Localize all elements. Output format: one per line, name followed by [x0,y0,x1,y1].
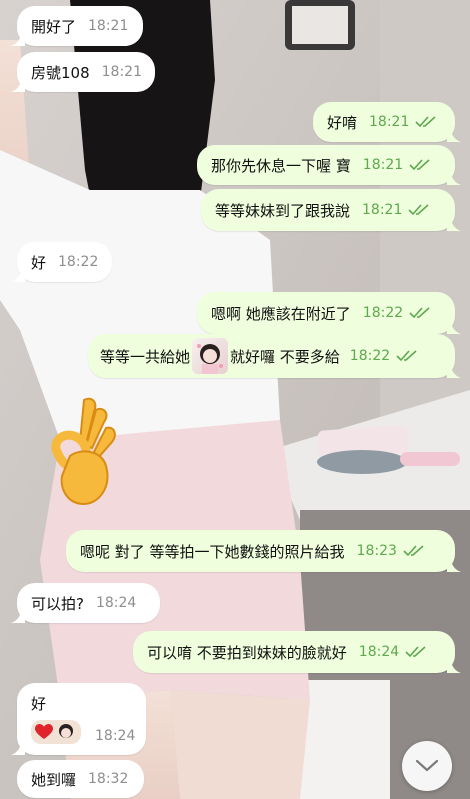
bubble-tail [447,558,461,572]
message-bubble-outgoing[interactable]: 等等一共給她 就好囉 不要多給 18:22 [88,334,461,378]
message-bubble-outgoing[interactable]: 嗯啊 她應該在附近了 18:22 [197,292,461,334]
girl-sticker-icon [59,724,73,738]
inline-sticker [192,338,229,374]
double-check-icon [409,159,430,171]
message-time: 18:21 [369,114,410,130]
ok-hand-icon [51,397,116,506]
heart-icon [35,724,53,739]
bubble-tail [11,609,25,623]
double-check-icon [403,545,424,557]
message-text: 可以拍? [31,594,84,613]
message-text: 好 [31,695,47,713]
bubble-tail [11,32,25,46]
double-check-icon [405,646,426,658]
message-time: 18:21 [101,64,142,80]
message-text: 開好了 [31,17,77,36]
message-bubble-outgoing[interactable]: 等等妹妹到了跟我說 18:21 [201,189,461,231]
message-bubble-incoming[interactable]: 開好了 18:21 [11,6,143,46]
message-time: 18:22 [58,254,99,270]
bubble-tail [11,741,25,755]
bubble-tail [447,659,461,673]
message-text: 好唷 [327,113,358,132]
message-time: 18:24 [358,644,400,660]
message-text: 好 [31,253,47,272]
message-time: 18:22 [362,305,404,321]
bubble-tail [447,171,461,185]
message-text: 房號108 [31,63,90,82]
message-bubble-outgoing[interactable]: 可以唷 不要拍到妹妹的臉就好 18:24 [133,631,461,673]
message-bubble-incoming[interactable]: 好 18:24 [11,683,146,755]
bubble-tail [11,268,25,282]
girl-sticker-icon [197,344,224,374]
double-check-icon [409,307,430,319]
message-time: 18:24 [95,728,136,744]
message-text-before: 等等一共給她 [100,347,191,366]
message-bubble-incoming[interactable]: 房號108 18:21 [11,52,155,92]
double-check-icon [415,116,436,128]
message-time: 18:21 [88,18,129,34]
bubble-tail [447,217,461,231]
bubble-tail [447,128,461,142]
message-text: 嗯啊 她應該在附近了 [211,304,351,323]
message-bubble-incoming[interactable]: 好 18:22 [11,242,112,282]
message-text: 嗯呢 對了 等等拍一下她數錢的照片給我 [80,542,345,561]
chevron-down-icon [416,760,438,772]
message-text: 可以唷 不要拍到妹妹的臉就好 [147,643,347,662]
message-time: 18:22 [349,348,391,364]
message-bubble-incoming[interactable]: 她到囉 18:32 [17,760,144,798]
message-bubble-outgoing[interactable]: 那你先休息一下喔 寶 18:21 [197,145,461,185]
emoji-reaction [31,720,81,744]
bubble-tail [447,364,461,378]
message-time: 18:21 [362,202,403,218]
message-text-after: 就好囉 不要多給 [230,347,340,366]
message-time: 18:32 [88,771,129,787]
bubble-tail [447,320,461,334]
message-text: 等等妹妹到了跟我說 [215,201,351,220]
double-check-icon [396,350,417,362]
double-check-icon [408,204,429,216]
message-bubble-outgoing[interactable]: 好唷 18:21 [313,102,461,142]
message-bubble-incoming[interactable]: 可以拍? 18:24 [11,583,160,623]
message-time: 18:24 [95,595,137,611]
message-text: 那你先休息一下喔 寶 [211,156,351,175]
message-time: 18:23 [356,543,397,559]
message-time: 18:21 [362,157,404,173]
scroll-to-bottom-button[interactable] [402,741,452,791]
message-text: 她到囉 [31,770,77,789]
message-bubble-outgoing[interactable]: 嗯呢 對了 等等拍一下她數錢的照片給我 18:23 [66,530,461,572]
bubble-tail [11,78,25,92]
